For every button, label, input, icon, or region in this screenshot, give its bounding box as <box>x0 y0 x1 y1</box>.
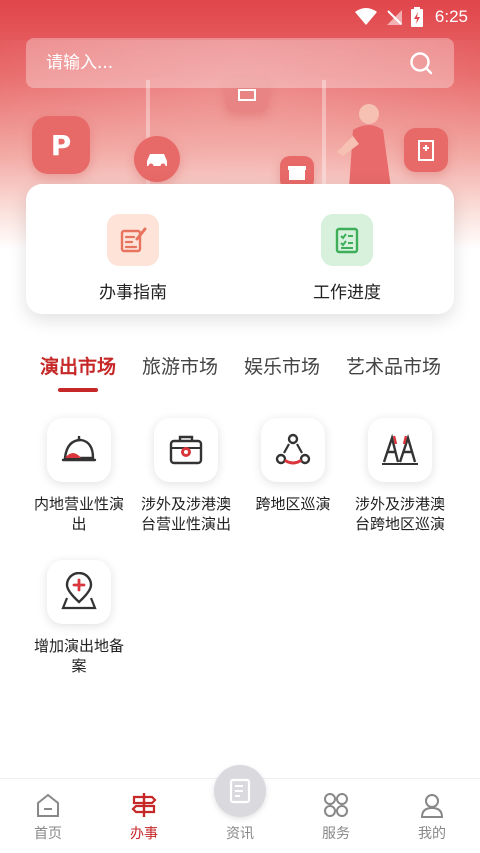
nav-home[interactable]: 首页 <box>0 779 96 853</box>
tab-performance-market[interactable]: 演出市场 <box>40 352 116 396</box>
service-item[interactable]: 涉外及涉港澳台营业性演出 <box>131 418 241 534</box>
nav-service-label: 服务 <box>322 826 350 842</box>
service-item[interactable]: 增加演出地备案 <box>24 560 134 676</box>
cycle-nodes-icon <box>261 418 325 482</box>
grid-icon <box>324 793 348 817</box>
service-label: 涉外及涉港澳台营业性演出 <box>140 495 231 533</box>
wifi-icon <box>354 8 377 25</box>
hospital-badge-icon <box>404 128 448 172</box>
service-item[interactable]: 涉外及涉港澳台跨地区巡演 <box>345 418 455 534</box>
guide-label: 办事指南 <box>99 283 167 303</box>
hero-decoration-line <box>322 80 326 190</box>
tab-tourism-market[interactable]: 旅游市场 <box>142 352 218 396</box>
edit-document-icon <box>107 214 159 266</box>
quick-actions-card: 办事指南 工作进度 <box>26 184 454 314</box>
nav-affairs-label: 办事 <box>130 826 158 842</box>
no-signal-icon <box>386 10 402 25</box>
service-label: 内地营业性演出 <box>33 495 124 533</box>
nav-news-label: 资讯 <box>226 826 254 842</box>
battery-icon <box>410 7 423 27</box>
service-item[interactable]: 内地营业性演出 <box>24 418 134 534</box>
tab-art-market[interactable]: 艺术品市场 <box>346 352 441 396</box>
checklist-icon <box>321 214 373 266</box>
service-label: 涉外及涉港澳台跨地区巡演 <box>354 495 445 533</box>
progress-label: 工作进度 <box>313 283 381 303</box>
search-icon[interactable] <box>408 50 434 76</box>
briefcase-icon <box>154 418 218 482</box>
news-icon <box>214 765 266 817</box>
search-input[interactable] <box>46 53 408 73</box>
nav-profile[interactable]: 我的 <box>384 779 480 853</box>
nav-home-label: 首页 <box>34 826 62 842</box>
stage-performers-icon <box>368 418 432 482</box>
parking-badge-icon: P <box>32 116 90 174</box>
profile-icon <box>420 794 444 818</box>
person-illustration-icon <box>335 100 405 194</box>
home-icon <box>37 793 59 817</box>
service-bell-icon <box>47 418 111 482</box>
progress-button[interactable]: 工作进度 <box>240 184 454 314</box>
service-item[interactable]: 跨地区巡演 <box>238 418 348 514</box>
category-tabs: 演出市场 旅游市场 娱乐市场 艺术品市场 <box>40 352 454 396</box>
service-label: 跨地区巡演 <box>255 495 331 513</box>
bottom-nav: 首页 办事 资讯 服务 我的 <box>0 765 480 853</box>
nav-news[interactable]: 资讯 <box>192 765 288 853</box>
car-badge-icon <box>134 136 180 182</box>
nav-profile-label: 我的 <box>418 826 446 842</box>
signpost-icon <box>131 793 157 817</box>
service-label: 增加演出地备案 <box>33 637 124 675</box>
guide-button[interactable]: 办事指南 <box>26 184 240 314</box>
nav-service[interactable]: 服务 <box>288 779 384 853</box>
search-bar[interactable] <box>26 38 454 88</box>
tab-entertainment-market[interactable]: 娱乐市场 <box>244 352 320 396</box>
location-add-icon <box>47 560 111 624</box>
nav-services-affairs[interactable]: 办事 <box>96 779 192 853</box>
status-bar: 6:25 <box>0 0 480 34</box>
status-time: 6:25 <box>434 7 468 26</box>
